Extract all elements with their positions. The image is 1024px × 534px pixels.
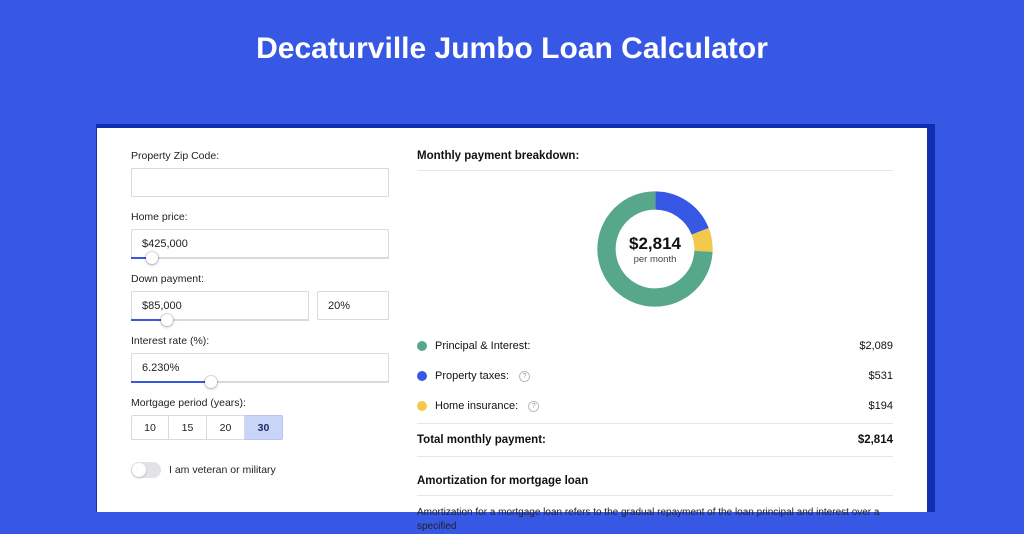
zip-input[interactable] — [131, 168, 389, 197]
legend-label: Principal & Interest: — [435, 340, 530, 352]
rate-input[interactable] — [131, 353, 389, 382]
zip-label: Property Zip Code: — [131, 150, 389, 162]
rate-slider-thumb[interactable] — [205, 376, 217, 388]
veteran-toggle[interactable] — [131, 462, 161, 478]
rate-slider-fill — [131, 381, 211, 383]
period-button-20[interactable]: 20 — [207, 415, 245, 440]
calculator-card: Property Zip Code: Home price: Down paym… — [97, 128, 927, 512]
period-button-10[interactable]: 10 — [131, 415, 169, 440]
help-icon[interactable]: ? — [528, 401, 539, 412]
help-icon[interactable]: ? — [519, 371, 530, 382]
legend-row: Home insurance:? $194 — [417, 391, 893, 421]
price-input[interactable] — [131, 229, 389, 258]
rate-label: Interest rate (%): — [131, 335, 389, 347]
legend-dot — [417, 401, 427, 411]
down-slider[interactable] — [131, 319, 309, 321]
veteran-label: I am veteran or military — [169, 464, 276, 476]
rate-slider[interactable] — [131, 381, 389, 383]
veteran-toggle-knob — [132, 463, 146, 477]
breakdown-legend: Principal & Interest: $2,089 Property taxe… — [417, 331, 893, 421]
legend-value: $2,089 — [859, 340, 893, 352]
breakdown-title: Monthly payment breakdown: — [417, 150, 893, 162]
legend-row: Principal & Interest: $2,089 — [417, 331, 893, 361]
legend-label: Property taxes: — [435, 370, 509, 382]
total-value: $2,814 — [858, 434, 893, 446]
amortization-rule — [417, 495, 893, 496]
legend-row: Property taxes:? $531 — [417, 361, 893, 391]
legend-dot — [417, 371, 427, 381]
period-button-30[interactable]: 30 — [245, 415, 283, 440]
price-slider[interactable] — [131, 257, 389, 259]
price-label: Home price: — [131, 211, 389, 223]
page-title: Decaturville Jumbo Loan Calculator — [0, 0, 1024, 88]
legend-label: Home insurance: — [435, 400, 518, 412]
legend-value: $531 — [869, 370, 893, 382]
legend-dot — [417, 341, 427, 351]
donut-center-amount: $2,814 — [629, 234, 681, 254]
period-button-15[interactable]: 15 — [169, 415, 207, 440]
donut-center-sub: per month — [634, 254, 677, 265]
amortization-text: Amortization for a mortgage loan refers … — [417, 506, 893, 534]
form-panel: Property Zip Code: Home price: Down paym… — [131, 150, 389, 490]
results-panel: Monthly payment breakdown: $2,814 per mo… — [417, 150, 893, 490]
down-amount-input[interactable] — [131, 291, 309, 320]
period-label: Mortgage period (years): — [131, 397, 389, 409]
period-button-group: 10152030 — [131, 415, 389, 440]
down-slider-thumb[interactable] — [161, 314, 173, 326]
down-label: Down payment: — [131, 273, 389, 285]
down-percent-input[interactable] — [317, 291, 389, 320]
legend-value: $194 — [869, 400, 893, 412]
breakdown-donut-chart: $2,814 per month — [591, 185, 719, 313]
amortization-title: Amortization for mortgage loan — [417, 475, 893, 487]
total-label: Total monthly payment: — [417, 434, 546, 446]
price-slider-thumb[interactable] — [146, 252, 158, 264]
